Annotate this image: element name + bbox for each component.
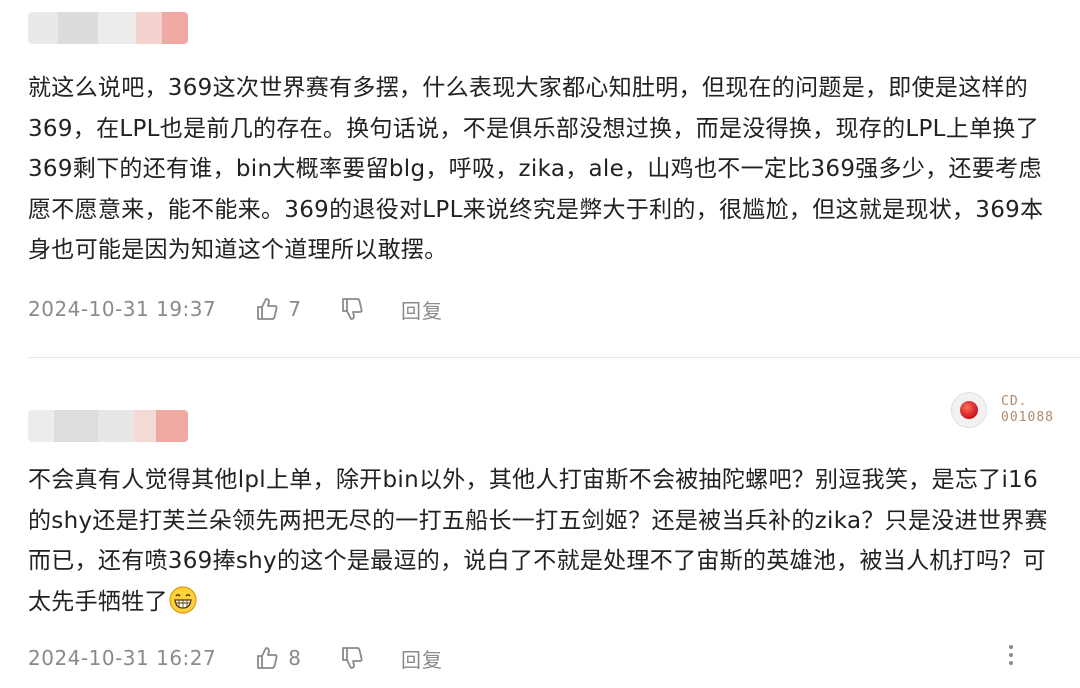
more-vertical-icon[interactable]: [1008, 644, 1014, 666]
comment-meta: 2024-10-31 19:37 7 回复: [28, 294, 443, 324]
thumbs-up-icon[interactable]: [254, 296, 280, 322]
user-badge: CD. 001088: [951, 392, 1054, 428]
username-blurred[interactable]: [28, 410, 188, 442]
comment-body: 就这么说吧，369这次世界赛有多摆，什么表现大家都心知肚明，但现在的问题是，即使…: [28, 75, 1044, 263]
comment-meta: 2024-10-31 16:27 8 回复: [28, 643, 443, 673]
grinning-emoji-icon: [168, 585, 198, 615]
comment-card: 就这么说吧，369这次世界赛有多摆，什么表现大家都心知肚明，但现在的问题是，即使…: [0, 0, 1080, 358]
comment-date: 2024-10-31 16:27: [28, 646, 217, 670]
badge-line1: CD.: [1001, 394, 1028, 409]
reply-button[interactable]: 回复: [401, 295, 443, 324]
badge-avatar-icon: [951, 392, 988, 428]
thumbs-down-icon[interactable]: [339, 645, 365, 671]
comment-card: CD. 001088 不会真有人觉得其他lpl上单，除开bin以外，其他人打宙斯…: [0, 360, 1080, 688]
thumbs-up-icon[interactable]: [254, 645, 280, 671]
divider: [28, 357, 1080, 358]
comment-body: 不会真有人觉得其他lpl上单，除开bin以外，其他人打宙斯不会被抽陀螺吧？别逗我…: [28, 460, 1058, 622]
like-count: 7: [288, 297, 301, 321]
like-count: 8: [288, 646, 301, 670]
reply-button[interactable]: 回复: [401, 644, 443, 673]
username-blurred[interactable]: [28, 12, 188, 44]
comment-date: 2024-10-31 19:37: [28, 297, 217, 321]
thumbs-down-icon[interactable]: [339, 296, 365, 322]
badge-line2: 001088: [1001, 410, 1054, 425]
